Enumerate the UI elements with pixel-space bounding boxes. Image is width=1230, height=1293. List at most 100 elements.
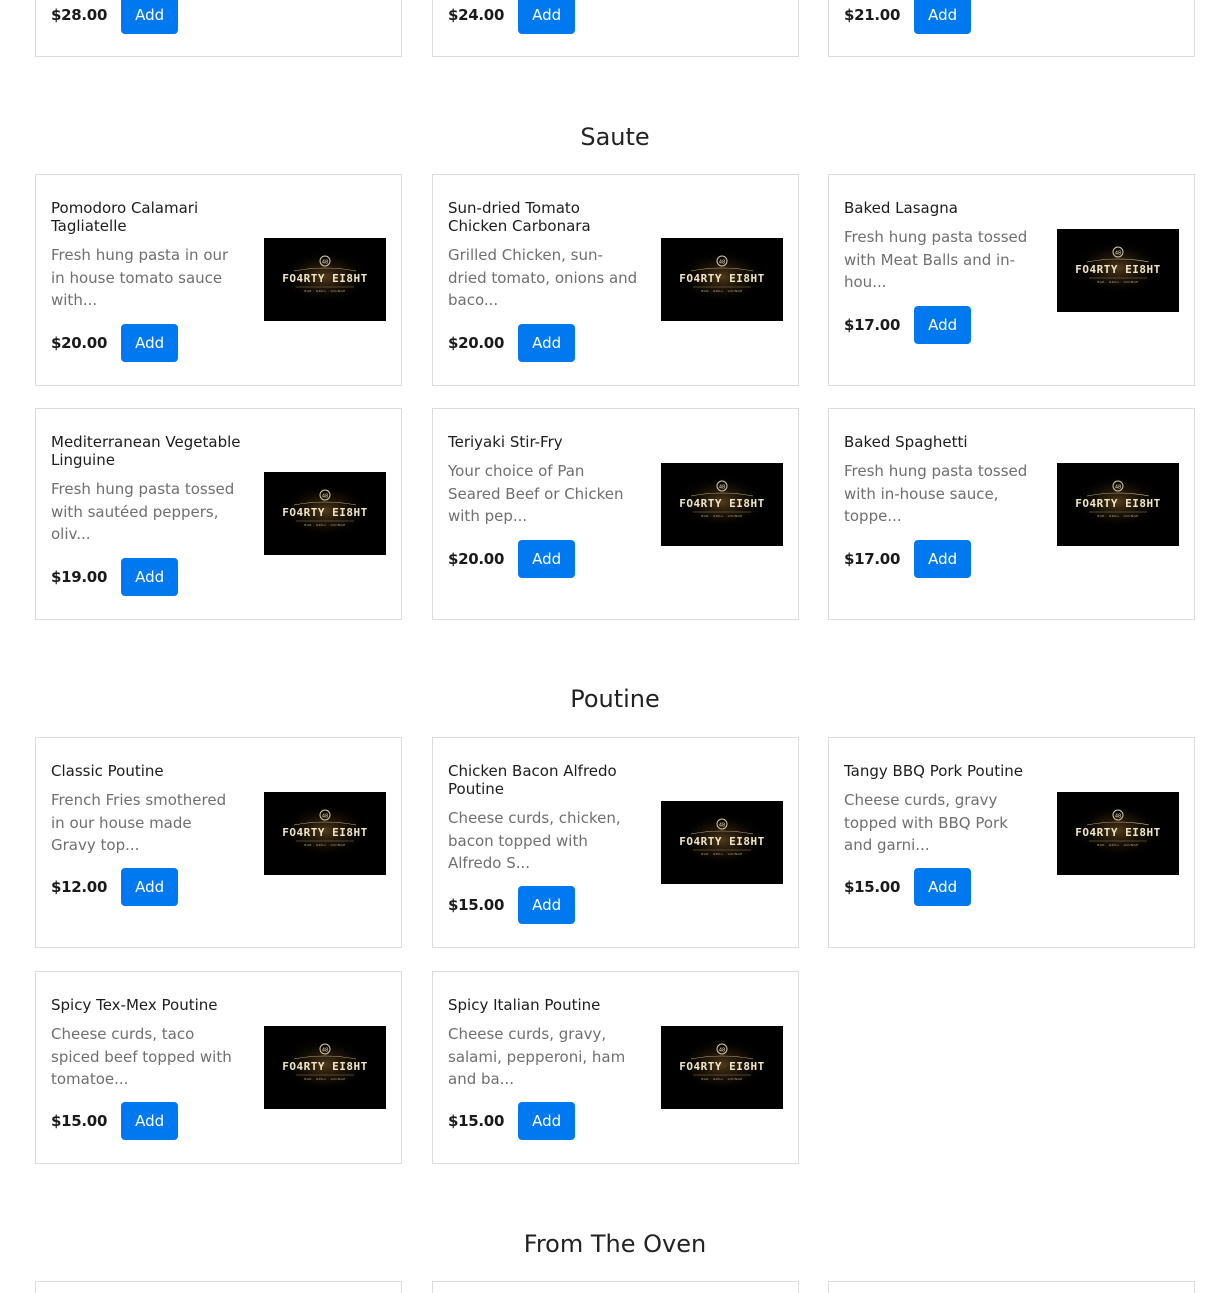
restaurant-logo-icon: 48 FO4RTY EI8HT BAR · GRILL · LOUNGE [264,792,386,875]
svg-text:FO4RTY EI8HT: FO4RTY EI8HT [282,506,367,519]
add-to-cart-button[interactable]: Add [518,0,576,34]
svg-text:FO4RTY EI8HT: FO4RTY EI8HT [1075,497,1160,510]
svg-text:48: 48 [322,814,328,820]
menu-item-card[interactable]: Sun-dried Tomato Chicken Carbonara Grill… [432,174,799,386]
item-name: Spicy Italian Poutine [448,996,601,1014]
svg-text:48: 48 [719,485,725,491]
item-price: $15.00 [51,1112,108,1130]
svg-text:FO4RTY EI8HT: FO4RTY EI8HT [1075,263,1160,276]
menu-item-card[interactable]: Teriyaki Stir-Fry Your choice of Pan Sea… [432,408,799,620]
item-price: $20.00 [448,550,505,568]
svg-text:BAR · GRILL · LOUNGE: BAR · GRILL · LOUNGE [1097,843,1138,847]
item-price: $12.00 [51,878,108,896]
svg-text:48: 48 [719,823,725,829]
item-description: Fresh hung pasta tossed with in-house sa… [844,462,1028,525]
add-to-cart-button[interactable]: Add [914,306,972,344]
svg-text:48: 48 [322,260,328,266]
item-name: Mediterranean Vegetable Linguine [51,433,241,469]
restaurant-logo-icon: 48 FO4RTY EI8HT BAR · GRILL · LOUNGE [661,801,783,884]
section-title-from-the-oven: From The Oven [523,1230,707,1258]
menu-item-card[interactable]: $28.00 Add [35,0,402,57]
restaurant-logo-icon: 48 FO4RTY EI8HT BAR · GRILL · LOUNGE [1057,229,1179,312]
item-price: $24.00 [448,6,505,24]
svg-text:FO4RTY EI8HT: FO4RTY EI8HT [679,1060,764,1073]
add-to-cart-button[interactable]: Add [914,0,972,34]
svg-text:FO4RTY EI8HT: FO4RTY EI8HT [679,272,764,285]
add-to-cart-button[interactable]: Add [121,1102,179,1140]
svg-text:48: 48 [719,1048,725,1054]
restaurant-logo-icon: 48 FO4RTY EI8HT BAR · GRILL · LOUNGE [264,472,386,555]
svg-text:BAR · GRILL · LOUNGE: BAR · GRILL · LOUNGE [304,843,345,847]
item-image: 48 FO4RTY EI8HT BAR · GRILL · LOUNGE [264,792,386,875]
menu-item-card[interactable]: $24.00 Add [432,0,799,57]
add-to-cart-button[interactable]: Add [518,886,576,924]
item-price: $20.00 [51,334,108,352]
restaurant-logo-icon: 48 FO4RTY EI8HT BAR · GRILL · LOUNGE [264,238,386,321]
restaurant-logo-icon: 48 FO4RTY EI8HT BAR · GRILL · LOUNGE [1057,463,1179,546]
menu-item-card[interactable] [432,1281,799,1293]
svg-text:FO4RTY EI8HT: FO4RTY EI8HT [679,835,764,848]
add-to-cart-button[interactable]: Add [121,0,179,34]
menu-item-card[interactable]: Chicken Bacon Alfredo Poutine Cheese cur… [432,737,799,948]
item-price: $15.00 [448,1112,505,1130]
add-to-cart-button[interactable]: Add [914,540,972,578]
add-to-cart-button[interactable]: Add [518,540,576,578]
add-to-cart-button[interactable]: Add [914,868,972,906]
item-price: $21.00 [844,6,901,24]
item-description: Fresh hung pasta in our in house tomato … [51,246,229,309]
add-to-cart-button[interactable]: Add [121,324,179,362]
item-description: Cheese curds, chicken, bacon topped with… [448,809,621,872]
restaurant-logo-icon: 48 FO4RTY EI8HT BAR · GRILL · LOUNGE [264,1026,386,1109]
section-title-poutine: Poutine [570,685,660,713]
menu-item-card[interactable]: Classic Poutine French Fries smothered i… [35,737,402,948]
item-image: 48 FO4RTY EI8HT BAR · GRILL · LOUNGE [661,1026,783,1109]
svg-text:48: 48 [1115,814,1121,820]
svg-text:BAR · GRILL · LOUNGE: BAR · GRILL · LOUNGE [304,523,345,527]
svg-text:BAR · GRILL · LOUNGE: BAR · GRILL · LOUNGE [1097,514,1138,518]
add-to-cart-button[interactable]: Add [518,1102,576,1140]
menu-page: $28.00 Add $24.00 Add $21.00 Add Saute P… [0,0,1230,1293]
menu-item-card[interactable] [828,1281,1195,1293]
menu-item-card[interactable]: Tangy BBQ Pork Poutine Cheese curds, gra… [828,737,1195,948]
item-description: Cheese curds, taco spiced beef topped wi… [51,1025,232,1088]
item-description: Fresh hung pasta tossed with sautéed pep… [51,480,235,543]
item-name: Sun-dried Tomato Chicken Carbonara [448,199,591,235]
item-description: Cheese curds, gravy topped with BBQ Pork… [844,791,1008,854]
item-description: French Fries smothered in our house made… [51,791,227,854]
item-image: 48 FO4RTY EI8HT BAR · GRILL · LOUNGE [661,463,783,546]
menu-item-card[interactable]: Pomodoro Calamari Tagliatelle Fresh hung… [35,174,402,386]
item-price: $17.00 [844,550,901,568]
item-description: Your choice of Pan Seared Beef or Chicke… [448,462,624,525]
item-image: 48 FO4RTY EI8HT BAR · GRILL · LOUNGE [264,1026,386,1109]
svg-text:FO4RTY EI8HT: FO4RTY EI8HT [1075,826,1160,839]
svg-text:BAR · GRILL · LOUNGE: BAR · GRILL · LOUNGE [701,1077,742,1081]
menu-item-card[interactable] [35,1281,402,1293]
svg-text:BAR · GRILL · LOUNGE: BAR · GRILL · LOUNGE [701,289,742,293]
menu-item-card[interactable]: Mediterranean Vegetable Linguine Fresh h… [35,408,402,620]
item-price: $15.00 [448,896,505,914]
svg-text:FO4RTY EI8HT: FO4RTY EI8HT [282,272,367,285]
item-image: 48 FO4RTY EI8HT BAR · GRILL · LOUNGE [1057,463,1179,546]
section-title-saute: Saute [580,123,650,151]
item-name: Chicken Bacon Alfredo Poutine [448,762,617,798]
menu-item-card[interactable]: Baked Lasagna Fresh hung pasta tossed wi… [828,174,1195,386]
svg-text:BAR · GRILL · LOUNGE: BAR · GRILL · LOUNGE [701,514,742,518]
add-to-cart-button[interactable]: Add [121,558,179,596]
item-name: Spicy Tex-Mex Poutine [51,996,218,1014]
item-price: $20.00 [448,334,505,352]
svg-text:FO4RTY EI8HT: FO4RTY EI8HT [282,1060,367,1073]
item-image: 48 FO4RTY EI8HT BAR · GRILL · LOUNGE [264,472,386,555]
restaurant-logo-icon: 48 FO4RTY EI8HT BAR · GRILL · LOUNGE [661,1026,783,1109]
menu-item-card[interactable]: $21.00 Add [828,0,1195,57]
svg-text:BAR · GRILL · LOUNGE: BAR · GRILL · LOUNGE [1097,280,1138,284]
item-name: Tangy BBQ Pork Poutine [844,762,1023,780]
svg-text:48: 48 [719,260,725,266]
item-image: 48 FO4RTY EI8HT BAR · GRILL · LOUNGE [661,801,783,884]
add-to-cart-button[interactable]: Add [518,324,576,362]
menu-item-card[interactable]: Spicy Italian Poutine Cheese curds, grav… [432,971,799,1164]
add-to-cart-button[interactable]: Add [121,868,179,906]
item-name: Teriyaki Stir-Fry [448,433,563,451]
menu-item-card[interactable]: Spicy Tex-Mex Poutine Cheese curds, taco… [35,971,402,1164]
menu-item-card[interactable]: Baked Spaghetti Fresh hung pasta tossed … [828,408,1195,620]
item-price: $19.00 [51,568,108,586]
